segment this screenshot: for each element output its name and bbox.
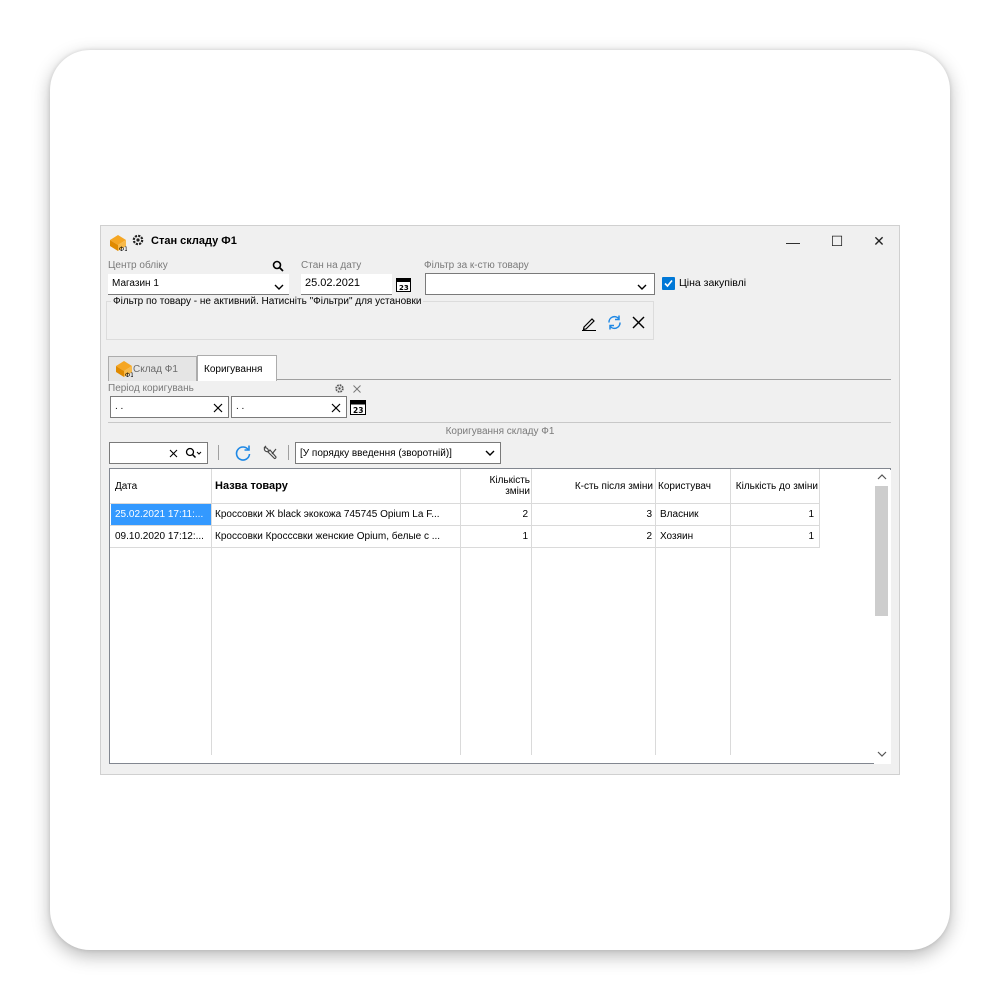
center-value: Магазин 1 [112, 278, 159, 289]
column-header-user[interactable]: Користувач [658, 469, 728, 503]
close-small-icon[interactable] [353, 385, 361, 393]
tools-icon[interactable] [262, 444, 279, 461]
section-title: Коригування складу Ф1 [445, 426, 555, 437]
edit-pencil-icon[interactable] [581, 315, 597, 331]
cell-after: 2 [646, 531, 652, 542]
cell-change: 2 [522, 509, 528, 520]
clear-to-icon[interactable] [331, 403, 341, 413]
clear-from-icon[interactable] [213, 403, 223, 413]
tab-sklad-f1[interactable]: Ф1 Склад Ф1 [108, 356, 197, 381]
chevron-down-icon [637, 284, 647, 290]
column-header-before[interactable]: Кількість до зміни [732, 469, 818, 503]
date-value: 25.02.2021 [305, 277, 361, 289]
period-from-value: . . [115, 401, 124, 412]
scrollbar-thumb[interactable] [875, 486, 888, 616]
sort-order-value: [У порядку введення (зворотній)] [300, 448, 452, 459]
cell-after: 3 [646, 509, 652, 520]
period-to-value: . . [236, 401, 245, 412]
settings-icon[interactable] [334, 383, 345, 394]
column-separator [819, 469, 820, 547]
row-divider [110, 547, 820, 548]
column-header-change[interactable]: Кількість зміни [462, 469, 530, 503]
purchase-price-checkbox[interactable] [662, 277, 675, 290]
date-input[interactable]: 25.02.2021 [301, 274, 392, 295]
qty-filter-select[interactable] [425, 273, 655, 295]
column-separator [531, 469, 532, 755]
purchase-price-label[interactable]: Ціна закупівлі [679, 277, 746, 289]
refresh-icon[interactable] [606, 314, 623, 331]
center-label: Центр обліку [108, 260, 168, 271]
toolbar-separator [288, 445, 289, 460]
column-separator [211, 469, 212, 755]
search-options-icon[interactable] [185, 447, 203, 459]
svg-text:Ф1: Ф1 [119, 246, 127, 252]
tab-sklad-f1-label: Склад Ф1 [133, 364, 178, 375]
column-separator [730, 469, 731, 755]
cell-date: 09.10.2020 17:12:... [115, 531, 204, 542]
gear-icon[interactable] [131, 233, 145, 247]
scroll-up-icon[interactable] [877, 473, 887, 481]
warehouse-app-icon: Ф1 [110, 235, 127, 252]
column-separator [655, 469, 656, 755]
cell-change: 1 [522, 531, 528, 542]
cell-name: Кроссовки Кросссвки женские Opium, белые… [215, 531, 441, 542]
scroll-down-icon[interactable] [877, 750, 887, 758]
center-select[interactable]: Магазин 1 [108, 274, 289, 295]
corrections-table[interactable]: Дата Назва товару Кількість зміни К-сть … [109, 468, 891, 764]
app-window: Ф1 Стан складу Ф1 — ☐ ✕ Центр обліку Маг… [100, 225, 900, 775]
tab-koryguvannya-label: Коригування [204, 364, 263, 375]
date-label: Стан на дату [301, 260, 362, 271]
close-icon: ✕ [873, 233, 885, 249]
cell-user: Хозяин [660, 531, 694, 542]
product-filter-caption: Фільтр по товару - не активний. Натисніт… [111, 296, 424, 307]
calendar-icon[interactable]: 23 [396, 277, 411, 292]
period-label: Період коригувань [108, 383, 194, 394]
chevron-down-icon [274, 284, 284, 290]
refresh-list-icon[interactable] [234, 444, 252, 462]
cell-name: Кроссовки Ж black экокожа 745745 Opium L… [215, 509, 440, 520]
sort-order-select[interactable]: [У порядку введення (зворотній)] [295, 442, 501, 464]
clear-filter-icon[interactable] [632, 316, 645, 329]
cell-user: Власник [660, 509, 699, 520]
chevron-down-icon [485, 450, 495, 456]
column-header-date[interactable]: Дата [115, 469, 210, 503]
toolbar-separator [218, 445, 219, 460]
tab-koryguvannya[interactable]: Коригування [197, 355, 277, 381]
calendar-icon[interactable]: 23 [350, 399, 366, 415]
close-button[interactable]: ✕ [857, 226, 901, 257]
warehouse-icon: Ф1 [116, 361, 133, 378]
search-icon[interactable] [272, 260, 284, 272]
column-header-name[interactable]: Назва товару [215, 469, 460, 503]
column-header-after[interactable]: К-сть після зміни [533, 469, 653, 503]
title-bar: Ф1 Стан складу Ф1 — ☐ ✕ [101, 226, 899, 257]
checkmark-icon [664, 279, 673, 288]
cell-before: 1 [808, 509, 814, 520]
minimize-icon: — [786, 233, 800, 250]
minimize-button[interactable]: — [771, 226, 815, 257]
period-from-input[interactable]: . . [110, 396, 229, 418]
svg-text:23: 23 [399, 284, 409, 292]
cell-before: 1 [808, 531, 814, 542]
qty-filter-label: Фільтр за к-стю товару [424, 260, 529, 271]
column-separator [460, 469, 461, 755]
tab-divider [277, 379, 891, 380]
maximize-icon: ☐ [830, 233, 844, 249]
maximize-button[interactable]: ☐ [815, 226, 859, 257]
period-to-input[interactable]: . . [231, 396, 347, 418]
section-divider [108, 422, 891, 423]
clear-search-icon[interactable] [169, 449, 178, 458]
svg-text:Ф1: Ф1 [125, 372, 133, 378]
cell-date: 25.02.2021 17:11:... [111, 504, 211, 525]
svg-text:23: 23 [353, 406, 363, 415]
window-title: Стан складу Ф1 [151, 235, 237, 247]
